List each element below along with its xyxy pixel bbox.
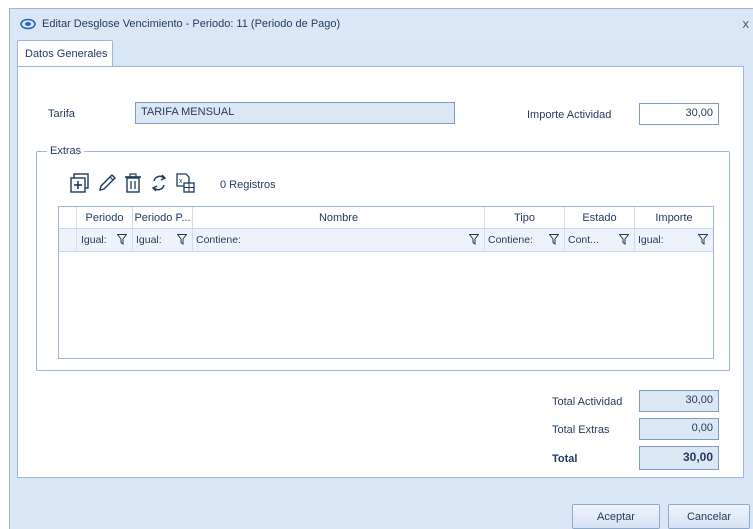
filter-label: Contiene: xyxy=(196,234,241,246)
tab-datos-generales[interactable]: Datos Generales xyxy=(17,40,113,67)
filter-row-indicator xyxy=(59,229,77,252)
total-field: 30,00 xyxy=(639,446,719,470)
cancel-button[interactable]: Cancelar xyxy=(668,504,750,529)
edit-icon[interactable] xyxy=(96,172,118,194)
filter-cell-tipo[interactable]: Contiene: xyxy=(485,229,565,252)
column-header-nombre[interactable]: Nombre xyxy=(193,207,485,229)
svg-text:x: x xyxy=(179,178,183,185)
column-header-periodo-pago[interactable]: Periodo P... xyxy=(133,207,193,229)
row-indicator-header xyxy=(59,207,77,229)
total-actividad-field: 30,00 xyxy=(639,390,719,412)
filter-icon[interactable] xyxy=(619,234,629,245)
app-logo-icon xyxy=(20,18,36,30)
total-extras-label: Total Extras xyxy=(552,424,610,436)
tarifa-field: TARIFA MENSUAL xyxy=(135,102,455,124)
delete-icon[interactable] xyxy=(122,172,144,194)
add-icon[interactable] xyxy=(69,172,91,194)
close-button[interactable]: x xyxy=(743,16,750,31)
filter-cell-estado[interactable]: Cont... xyxy=(565,229,635,252)
total-extras-field: 0,00 xyxy=(639,418,719,440)
filter-cell-periodo[interactable]: Igual: xyxy=(77,229,133,252)
total-actividad-label: Total Actividad xyxy=(552,396,623,408)
extras-group-label: Extras xyxy=(47,145,85,157)
refresh-icon[interactable] xyxy=(148,172,170,194)
filter-icon[interactable] xyxy=(117,234,127,245)
filter-cell-nombre[interactable]: Contiene: xyxy=(193,229,485,252)
importe-actividad-label: Importe Actividad xyxy=(527,109,612,121)
filter-row: Igual: Igual: Contiene: Contiene: Cont..… xyxy=(59,229,713,252)
filter-label: Igual: xyxy=(136,234,162,246)
tarifa-label: Tarifa xyxy=(48,108,75,120)
extras-grid[interactable]: Periodo Periodo P... Nombre Tipo Estado … xyxy=(58,206,714,359)
record-count: 0 Registros xyxy=(220,179,276,191)
column-header-periodo[interactable]: Periodo xyxy=(77,207,133,229)
filter-icon[interactable] xyxy=(469,234,479,245)
accept-button[interactable]: Aceptar xyxy=(572,504,660,529)
column-header-estado[interactable]: Estado xyxy=(565,207,635,229)
filter-cell-periodo-pago[interactable]: Igual: xyxy=(133,229,193,252)
importe-actividad-input[interactable]: 30,00 xyxy=(639,103,719,125)
export-excel-icon[interactable]: x xyxy=(174,172,196,194)
filter-label: Igual: xyxy=(638,234,664,246)
filter-label: Cont... xyxy=(568,234,599,246)
filter-cell-importe[interactable]: Igual: xyxy=(635,229,713,252)
window-title: Editar Desglose Vencimiento - Periodo: 1… xyxy=(42,18,341,30)
total-label: Total xyxy=(552,453,578,465)
filter-label: Contiene: xyxy=(488,234,533,246)
filter-icon[interactable] xyxy=(698,234,708,245)
column-header-importe[interactable]: Importe xyxy=(635,207,713,229)
filter-icon[interactable] xyxy=(549,234,559,245)
filter-icon[interactable] xyxy=(177,234,187,245)
column-header-tipo[interactable]: Tipo xyxy=(485,207,565,229)
grid-header: Periodo Periodo P... Nombre Tipo Estado … xyxy=(59,207,713,229)
title-bar: Editar Desglose Vencimiento - Periodo: 1… xyxy=(10,9,753,39)
filter-label: Igual: xyxy=(81,234,107,246)
